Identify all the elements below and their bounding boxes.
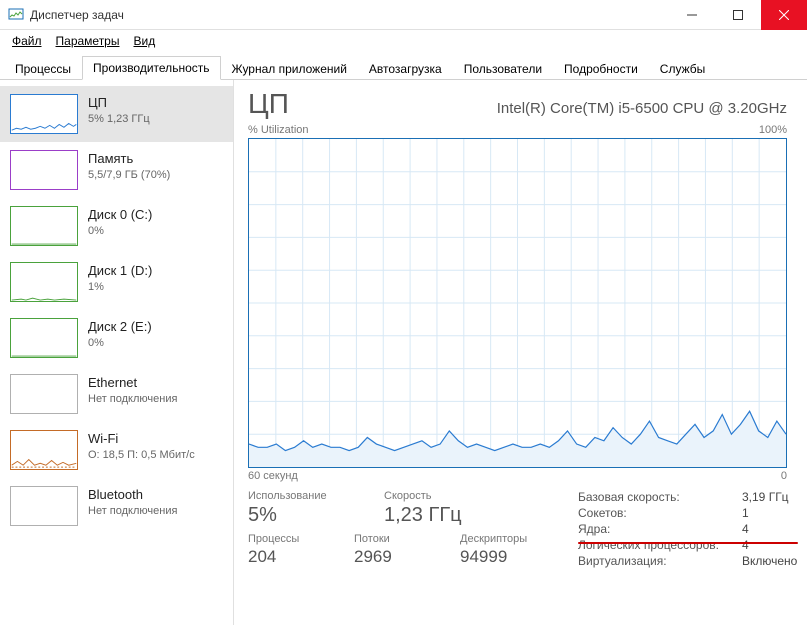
main-panel: ЦП Intel(R) Core(TM) i5-6500 CPU @ 3.20G… [234, 80, 807, 625]
tab-performance[interactable]: Производительность [82, 56, 220, 80]
sidebar-item-sub: О: 18,5 П: 0,5 Мбит/с [88, 448, 195, 463]
sidebar-item-title: Диск 0 (C:) [88, 206, 152, 224]
logical-proc-label: Логических процессоров: [578, 538, 738, 552]
menu-options[interactable]: Параметры [50, 32, 126, 50]
cpu-chart [248, 138, 787, 468]
menu-view[interactable]: Вид [127, 32, 161, 50]
axis-bottom-left: 60 секунд [248, 470, 298, 482]
sidebar-thumb-icon [10, 318, 78, 358]
menu-file[interactable]: Файл [6, 32, 48, 50]
titlebar: Диспетчер задач [0, 0, 807, 30]
sidebar-item-title: Память [88, 150, 170, 168]
sidebar-item-5[interactable]: Ethernet Нет подключения [0, 366, 233, 422]
resource-title: ЦП [248, 88, 289, 120]
sockets-label: Сокетов: [578, 506, 738, 520]
cpu-model: Intel(R) Core(TM) i5-6500 CPU @ 3.20GHz [497, 100, 787, 117]
speed-value: 1,23 ГГц [384, 504, 462, 527]
sidebar-item-sub: 0% [88, 224, 152, 239]
axis-top-right: 100% [759, 124, 787, 136]
sidebar-item-sub: 5,5/7,9 ГБ (70%) [88, 168, 170, 183]
sockets-value: 1 [742, 506, 807, 520]
close-button[interactable] [761, 0, 807, 30]
base-speed-label: Базовая скорость: [578, 490, 738, 504]
sidebar-thumb-icon [10, 94, 78, 134]
sidebar-item-title: Wi-Fi [88, 430, 195, 448]
sidebar-thumb-icon [10, 374, 78, 414]
sidebar-thumb-icon [10, 206, 78, 246]
processes-label: Процессы [248, 533, 328, 545]
sidebar-item-1[interactable]: Память 5,5/7,9 ГБ (70%) [0, 142, 233, 198]
menubar: Файл Параметры Вид [0, 30, 807, 52]
tab-startup[interactable]: Автозагрузка [358, 57, 453, 80]
sidebar-item-title: Ethernet [88, 374, 177, 392]
cores-value: 4 [742, 522, 807, 536]
tab-processes[interactable]: Процессы [4, 57, 82, 80]
sidebar-thumb-icon [10, 150, 78, 190]
sidebar-item-sub: 0% [88, 336, 152, 351]
sidebar: ЦП 5% 1,23 ГГц Память 5,5/7,9 ГБ (70%) Д… [0, 80, 234, 625]
tab-users[interactable]: Пользователи [453, 57, 553, 80]
cores-label: Ядра: [578, 522, 738, 536]
window-title: Диспетчер задач [30, 8, 124, 22]
cpu-details: Базовая скорость: 3,19 ГГц Сокетов: 1 Яд… [578, 490, 807, 568]
window-controls [669, 0, 807, 30]
maximize-button[interactable] [715, 0, 761, 30]
handles-value: 94999 [460, 547, 560, 567]
tab-details[interactable]: Подробности [553, 57, 649, 80]
minimize-button[interactable] [669, 0, 715, 30]
sidebar-thumb-icon [10, 262, 78, 302]
virtualization-label: Виртуализация: [578, 554, 738, 568]
annotation-underline [578, 542, 798, 544]
processes-value: 204 [248, 547, 328, 567]
sidebar-item-6[interactable]: Wi-Fi О: 18,5 П: 0,5 Мбит/с [0, 422, 233, 478]
sidebar-item-3[interactable]: Диск 1 (D:) 1% [0, 254, 233, 310]
sidebar-item-title: ЦП [88, 94, 150, 112]
sidebar-item-title: Bluetooth [88, 486, 177, 504]
base-speed-value: 3,19 ГГц [742, 490, 807, 504]
sidebar-item-title: Диск 2 (E:) [88, 318, 152, 336]
axis-bottom-right: 0 [781, 470, 787, 482]
sidebar-item-sub: Нет подключения [88, 504, 177, 519]
threads-value: 2969 [354, 547, 434, 567]
sidebar-item-title: Диск 1 (D:) [88, 262, 152, 280]
sidebar-item-sub: 1% [88, 280, 152, 295]
sidebar-item-7[interactable]: Bluetooth Нет подключения [0, 478, 233, 534]
sidebar-thumb-icon [10, 430, 78, 470]
threads-label: Потоки [354, 533, 434, 545]
sidebar-item-sub: Нет подключения [88, 392, 177, 407]
sidebar-item-4[interactable]: Диск 2 (E:) 0% [0, 310, 233, 366]
tab-services[interactable]: Службы [649, 57, 716, 80]
tab-strip: Процессы Производительность Журнал прило… [0, 52, 807, 80]
axis-top-left: % Utilization [248, 124, 309, 136]
sidebar-item-2[interactable]: Диск 0 (C:) 0% [0, 198, 233, 254]
virtualization-value: Включено [742, 554, 807, 568]
stats-row: Использование 5% Скорость 1,23 ГГц Проце… [248, 490, 787, 567]
usage-label: Использование [248, 490, 358, 502]
sidebar-thumb-icon [10, 486, 78, 526]
sidebar-item-sub: 5% 1,23 ГГц [88, 112, 150, 127]
sidebar-item-0[interactable]: ЦП 5% 1,23 ГГц [0, 86, 233, 142]
handles-label: Дескрипторы [460, 533, 560, 545]
app-icon [8, 7, 24, 23]
speed-label: Скорость [384, 490, 462, 502]
logical-proc-value: 4 [742, 538, 807, 552]
usage-value: 5% [248, 504, 358, 527]
tab-app-history[interactable]: Журнал приложений [221, 57, 358, 80]
